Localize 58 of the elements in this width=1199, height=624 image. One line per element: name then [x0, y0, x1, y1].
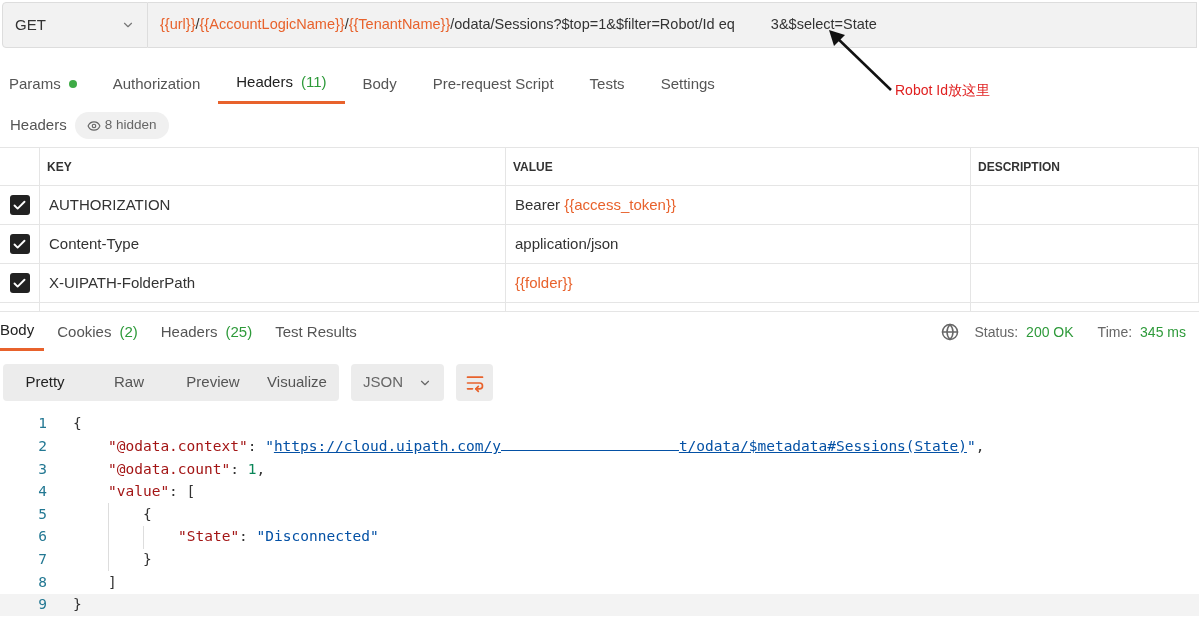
request-tab[interactable]: Settings: [642, 64, 733, 104]
view-mode-tab[interactable]: Raw: [87, 364, 171, 401]
code-line: "State": "Disconnected": [178, 527, 379, 547]
wrap-button[interactable]: [456, 364, 493, 401]
request-tab[interactable]: Pre-request Script: [414, 64, 572, 104]
line-number: 5: [37, 504, 47, 524]
code-line: }: [73, 595, 82, 615]
time-value: 345 ms: [1140, 322, 1186, 342]
eye-icon: [86, 118, 101, 133]
table-cell-text: Content-Type: [49, 233, 140, 254]
column-header: DESCRIPTION: [978, 158, 1060, 176]
column-header: VALUE: [513, 158, 553, 176]
code-line: {: [73, 414, 82, 434]
section-title: Headers: [10, 115, 67, 136]
line-number: 8: [37, 572, 47, 592]
table-cell-text: X-UIPATH-FolderPath: [49, 272, 196, 293]
table-cell-text: Bearer {{access_token}}: [515, 194, 676, 215]
code-line: "@odata.context": "https://cloud.uipath.com/y t/odata/$metadata#Sessions(State)",: [108, 436, 985, 456]
code-line: }: [143, 550, 152, 569]
table-cell-text: application/json: [515, 233, 619, 254]
method-dropdown[interactable]: GET: [2, 2, 148, 48]
code-line: {: [143, 504, 152, 524]
response-tab[interactable]: Body: [0, 313, 45, 351]
response-tab[interactable]: Headers (25): [150, 313, 263, 351]
checkbox[interactable]: [9, 234, 30, 254]
view-mode-tab[interactable]: Visualize: [255, 364, 339, 401]
checkbox[interactable]: [9, 195, 30, 215]
request-tab[interactable]: Authorization: [94, 64, 219, 104]
status-value: 200 OK: [1026, 322, 1074, 342]
line-number: 2: [37, 437, 47, 456]
line-number: 7: [37, 550, 47, 569]
table-cell-text: {{folder}}: [515, 272, 573, 293]
view-mode-tab[interactable]: Preview: [171, 364, 255, 401]
format-dropdown[interactable]: JSON: [351, 364, 444, 401]
request-tab[interactable]: Headers (11): [218, 64, 345, 104]
response-tab[interactable]: Test Results: [265, 313, 367, 351]
line-number: 4: [37, 482, 47, 502]
response-tab[interactable]: Cookies (2): [47, 313, 148, 351]
annotation-text: Robot Id放这里: [895, 81, 990, 100]
time-label: Time:: [1097, 322, 1133, 342]
request-tab[interactable]: Params: [0, 64, 95, 104]
arrow-icon: [827, 28, 893, 92]
line-number: 3: [37, 459, 47, 479]
line-number: 6: [37, 527, 47, 547]
line-number: 9: [37, 595, 47, 615]
checkbox[interactable]: [9, 273, 30, 293]
request-tab[interactable]: Body: [344, 64, 415, 104]
code-line: "@odata.count": 1,: [108, 459, 266, 479]
code-line: ]: [108, 572, 117, 592]
url-field[interactable]: {{url}}/{{AccountLogicName}}/{{TenantName}}/odata/Sessions?$top=1&$filter=Robot/Id eq 3&$select=State: [148, 2, 1197, 48]
table-cell-text: AUTHORIZATION: [49, 194, 171, 215]
column-header: KEY: [47, 158, 72, 176]
view-mode-tab[interactable]: Pretty: [3, 364, 87, 401]
request-tab[interactable]: Tests: [571, 64, 643, 104]
code-line: "value": [: [108, 482, 196, 502]
line-number: 1: [37, 414, 47, 434]
hidden-headers-badge[interactable]: 8 hidden: [74, 112, 169, 139]
status-label: Status:: [974, 322, 1019, 342]
